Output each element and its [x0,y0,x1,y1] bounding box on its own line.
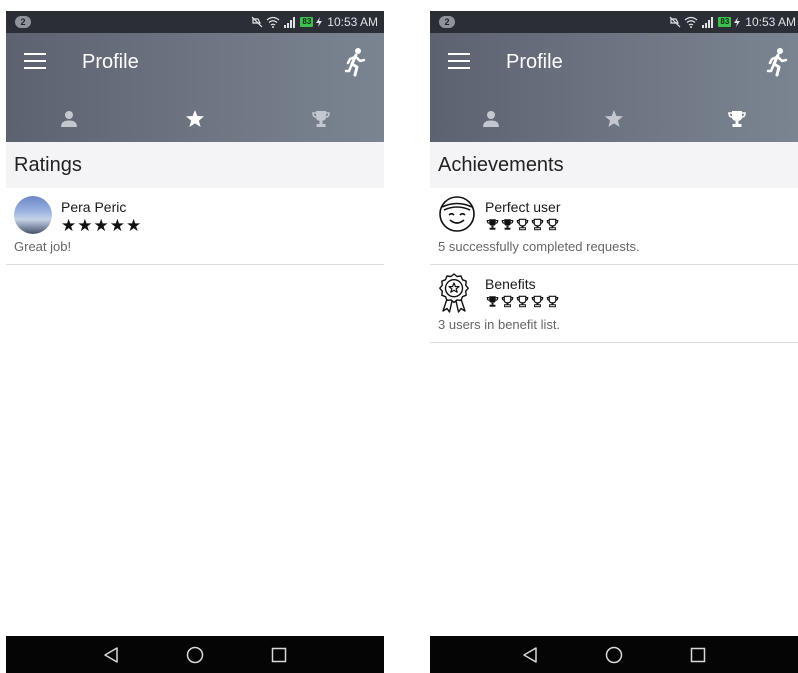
wifi-icon [684,16,698,28]
nav-home-button[interactable] [153,636,237,673]
person-icon [483,110,500,127]
status-clock: 10:53 AM [745,15,796,29]
achievement-title: Benefits [485,276,536,292]
award-ribbon-icon [439,273,469,313]
trophy-icon [727,110,746,127]
phone-screen-achievements: 2 83 10:53 AM Profile Achievements Perfe… [430,11,798,673]
trophy-outline-icon [531,295,544,308]
rating-stars: ★★★★★ [61,216,143,235]
charging-bolt-icon [316,17,323,27]
app-bar: Profile [6,33,384,142]
achievement-level [486,218,559,231]
hamburger-menu-icon[interactable] [24,53,46,71]
achievement-item[interactable]: Perfect user 5 successfully completed re… [430,188,798,265]
rating-item[interactable]: Pera Peric ★★★★★ Great job! [6,188,384,265]
mute-vibrate-icon [251,16,263,28]
profile-tabs [430,95,798,142]
home-circle-icon [186,646,204,663]
achievement-level [486,295,559,308]
smiley-face-icon [439,196,475,232]
battery-indicator: 83 [718,17,732,27]
star-icon [605,109,623,127]
profile-tabs [6,95,384,142]
user-avatar [14,196,52,234]
trophy-outline-icon [546,295,559,308]
nav-recents-button[interactable] [237,636,321,673]
running-person-icon[interactable] [342,47,368,77]
trophy-filled-icon [486,219,499,230]
charging-bolt-icon [734,17,741,27]
trophy-filled-icon [486,296,499,307]
tab-ratings[interactable] [553,95,676,142]
tab-achievements[interactable] [675,95,798,142]
status-clock: 10:53 AM [327,15,378,29]
system-nav-bar [430,636,798,673]
mute-vibrate-icon [669,16,681,28]
achievement-title: Perfect user [485,199,561,215]
tab-ratings[interactable] [132,95,258,142]
running-person-icon[interactable] [764,47,790,77]
trophy-icon [312,110,330,127]
hamburger-menu-icon[interactable] [448,53,470,71]
home-circle-icon [605,646,623,663]
status-icons: 83 10:53 AM [669,14,796,30]
rating-user-name: Pera Peric [61,199,127,215]
tab-info[interactable] [430,95,553,142]
page-title: Profile [82,51,139,73]
battery-indicator: 83 [300,17,314,27]
page-title: Profile [506,51,563,73]
star-icon [186,109,204,127]
app-bar: Profile [430,33,798,142]
phone-screen-ratings: 2 83 10:53 AM Profile Ratings Pera Peric… [6,11,384,673]
tab-achievements[interactable] [258,95,384,142]
notification-count-badge: 2 [439,16,455,28]
back-triangle-icon [523,646,537,663]
signal-icon [284,17,296,28]
nav-back-button[interactable] [488,636,572,673]
trophy-filled-icon [501,219,514,230]
trophy-outline-icon [516,218,529,231]
tab-info[interactable] [6,95,132,142]
achievement-item[interactable]: Benefits 3 users in benefit list. [430,265,798,343]
achievement-description: 3 users in benefit list. [438,317,561,332]
status-icons: 83 10:53 AM [251,14,378,30]
section-title: Achievements [430,142,798,188]
nav-back-button[interactable] [69,636,153,673]
trophy-outline-icon [501,295,514,308]
status-bar: 2 83 10:53 AM [6,11,384,33]
trophy-outline-icon [546,218,559,231]
status-bar: 2 83 10:53 AM [430,11,798,33]
person-icon [61,110,77,127]
trophy-outline-icon [531,218,544,231]
wifi-icon [266,16,280,28]
signal-icon [702,17,714,28]
trophy-outline-icon [516,295,529,308]
section-title: Ratings [6,142,384,188]
achievement-description: 5 successfully completed requests. [438,239,640,254]
nav-recents-button[interactable] [656,636,740,673]
notification-count-badge: 2 [15,16,31,28]
recents-square-icon [271,647,287,662]
system-nav-bar [6,636,384,673]
nav-home-button[interactable] [572,636,656,673]
recents-square-icon [690,647,706,662]
rating-comment: Great job! [14,239,72,254]
back-triangle-icon [104,646,118,663]
